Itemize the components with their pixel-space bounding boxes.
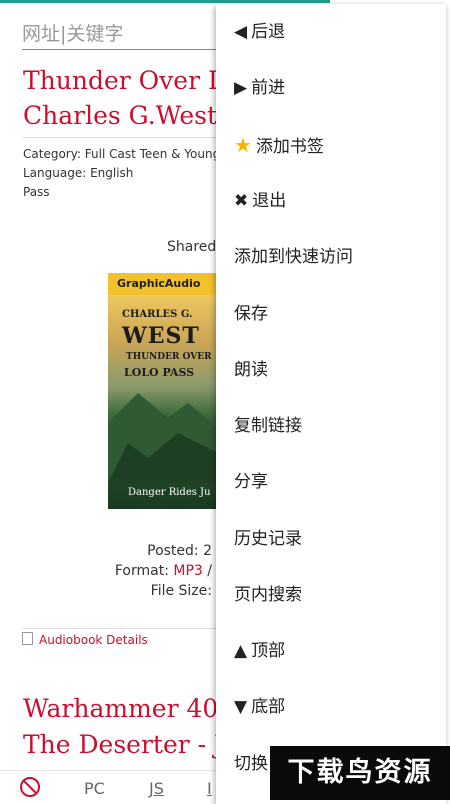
menu-item-bookmark[interactable]: ★ 添加书签 (234, 117, 324, 173)
meta-continuation: Pass (23, 185, 50, 199)
menu-item-label: 顶部 (251, 641, 286, 661)
divider (22, 137, 222, 138)
document-icon (22, 632, 33, 645)
filesize-text: File Size: (150, 583, 212, 599)
triangle-up-icon: ▲ (234, 641, 248, 661)
audiobook-details-link[interactable]: Audiobook Details (22, 632, 148, 647)
menu-item-top[interactable]: ▲ 顶部 (234, 623, 285, 679)
menu-item-label: 后退 (251, 22, 286, 42)
cover-landscape (108, 393, 218, 483)
image-toggle-button[interactable]: I (207, 779, 212, 798)
star-icon: ★ (234, 133, 252, 157)
menu-item-save[interactable]: 保存 (234, 286, 268, 342)
post-title-line: Warhammer 40 (23, 694, 219, 723)
overflow-menu: ◀ 后退 ▶ 前进 ★ 添加书签 ✖ 退出 添加到快速访问 保存 朗读 复制链接 分享 … (216, 4, 446, 804)
cover-subtitle: LOLO PASS (124, 366, 195, 379)
cover-surname: WEST (122, 323, 200, 349)
language-text: Language: English (23, 166, 134, 180)
cover-tagline: Danger Rides Ju (128, 487, 211, 498)
pc-mode-button[interactable]: PC (84, 779, 105, 798)
shared-text: Shared (167, 239, 217, 255)
post-meta: Category: Full Cast Teen & Young Languag… (23, 145, 220, 202)
menu-item-switch[interactable]: 切换 (234, 736, 268, 792)
js-toggle-button[interactable]: JS (149, 779, 164, 798)
post-title-link[interactable]: Warhammer 40 The Deserter - Ju (23, 691, 240, 763)
menu-item-copy-link[interactable]: 复制链接 (234, 398, 302, 454)
triangle-down-icon: ▼ (234, 697, 248, 717)
block-icon[interactable] (20, 777, 40, 797)
divider (22, 628, 222, 629)
menu-item-back[interactable]: ◀ 后退 (234, 4, 285, 60)
menu-item-forward[interactable]: ▶ 前进 (234, 60, 285, 116)
cover-subtitle: THUNDER OVER (126, 352, 212, 362)
menu-item-share[interactable]: 分享 (234, 454, 268, 510)
menu-item-read-aloud[interactable]: 朗读 (234, 342, 268, 398)
format-label: Format: (114, 563, 169, 579)
menu-item-exit[interactable]: ✖ 退出 (234, 173, 286, 229)
menu-item-label: 底部 (251, 697, 286, 717)
triangle-left-icon: ◀ (234, 22, 248, 42)
category-text: Category: Full Cast Teen & Young (23, 147, 221, 161)
format-row: Format: MP3 / (0, 561, 212, 581)
menu-item-label: 添加书签 (255, 137, 324, 157)
audiobook-cover-image[interactable]: GraphicAudio CHARLES G. WEST THUNDER OVE… (108, 273, 218, 509)
cover-brand: GraphicAudio (108, 273, 218, 295)
menu-item-bottom[interactable]: ▼ 底部 (234, 679, 285, 735)
menu-item-label: 前进 (251, 78, 286, 98)
post-info: Posted: 2 Format: MP3 / File Size: (0, 541, 212, 601)
watermark-logo: 下载鸟资源 (270, 746, 450, 800)
menu-item-history[interactable]: 历史记录 (234, 511, 302, 567)
format-separator: / (202, 563, 212, 579)
menu-item-quick-access[interactable]: 添加到快速访问 (234, 229, 353, 285)
triangle-right-icon: ▶ (234, 78, 248, 98)
url-input[interactable]: 网址|关键字 (22, 19, 232, 50)
cover-author: CHARLES G. (122, 309, 193, 320)
posted-text: Posted: 2 (147, 543, 212, 559)
menu-item-find-in-page[interactable]: 页内搜索 (234, 567, 302, 623)
menu-item-label: 退出 (252, 191, 287, 211)
post-title-line: The Deserter - Ju (23, 730, 241, 759)
close-icon: ✖ (234, 191, 249, 211)
format-link[interactable]: MP3 (173, 563, 202, 579)
details-label: Audiobook Details (39, 633, 148, 647)
